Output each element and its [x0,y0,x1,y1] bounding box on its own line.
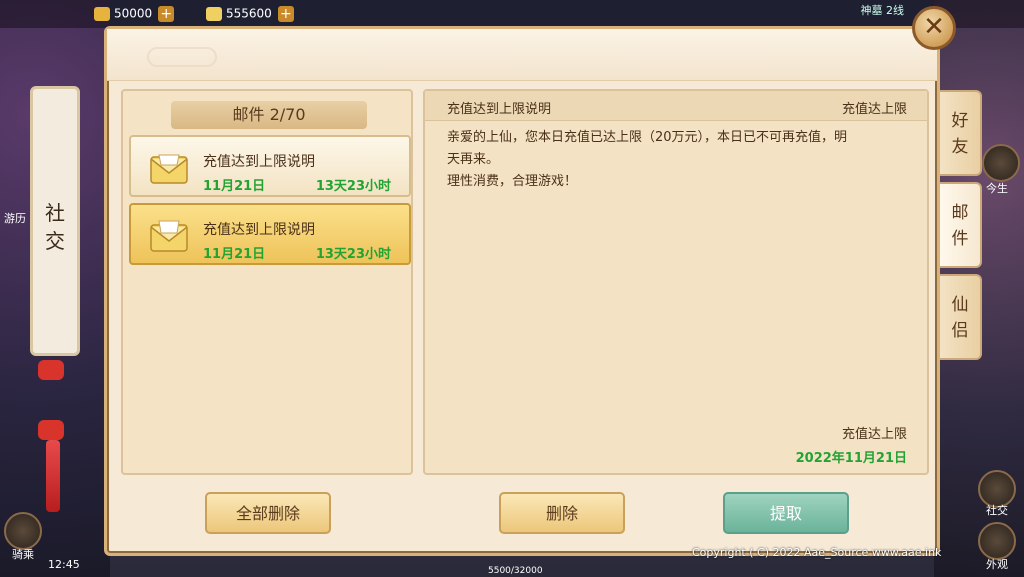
detail-body-line: 理性消费，合理游戏！ [447,174,578,189]
mail-item-title: 充值达到上限说明 [203,154,315,170]
this-life-icon[interactable] [982,144,1020,182]
ingot-icon [206,7,222,21]
ingot-amount: 555600 [226,6,272,21]
tab-partner[interactable]: 仙 侣 [940,274,982,360]
add-ingot-icon[interactable]: + [277,6,294,22]
appearance-icon[interactable] [978,522,1016,560]
mail-item-date: 11月21日 [203,247,266,262]
banner-title: 社 交 [45,201,65,253]
mail-item-date: 11月21日 [203,179,266,194]
detail-sender: 充值达上限 [841,102,907,117]
panel-header [107,29,937,81]
gold-counter: 50000 + [94,6,175,22]
detail-header: 充值达到上限说明 充值达上限 [425,91,927,121]
social-banner: 社 交 [30,86,80,356]
mail-item-title: 充值达到上限说明 [203,222,315,238]
mail-item[interactable]: 充值达到上限说明 11月21日 13天23小时 [129,135,411,197]
gold-coin-icon [94,7,110,21]
delete-button[interactable]: 删除 [499,492,625,534]
delete-all-button[interactable]: 全部删除 [205,492,331,534]
add-gold-icon[interactable]: + [158,6,175,22]
copyright-watermark: Copyright ( C) 2022 Aae_Source www.aae.i… [692,546,942,559]
ingot-counter: 555600 + [206,6,294,22]
envelope-icon [150,154,188,184]
tassel-ornament [46,440,60,512]
knot-ornament-icon [38,360,64,380]
mail-item-remaining: 13天23小时 [315,247,391,262]
exp-readout: 5500/32000 [488,566,543,576]
map-line-label: 神墓 2线 [860,4,905,17]
mail-panel: 邮件 2/70 充值达到上限说明 11月21日 13天23小时 充值达到上限说明… [104,26,940,556]
detail-body-line: 亲爱的上仙，您本日充值已达上限（20万元），本日已不可再充值，明 [447,130,848,145]
clock-label: 12:45 [48,558,80,571]
mail-count-header: 邮件 2/70 [171,101,367,129]
tab-friends[interactable]: 好 友 [940,90,982,176]
cloud-decoration-icon [147,47,217,67]
mail-detail-pane: 充值达到上限说明 充值达上限 亲爱的上仙，您本日充值已达上限（20万元），本日已… [423,89,929,475]
this-life-label: 今生 [986,182,1008,195]
tab-mail[interactable]: 邮 件 [940,182,982,268]
knot-ornament-icon [38,420,64,440]
travel-label: 游历 [4,212,26,225]
mail-list-pane: 邮件 2/70 充值达到上限说明 11月21日 13天23小时 充值达到上限说明… [121,89,413,475]
detail-title: 充值达到上限说明 [447,102,552,117]
envelope-open-icon [150,220,188,252]
detail-body: 亲爱的上仙，您本日充值已达上限（20万元），本日已不可再充值，明 天再来。 理性… [447,127,917,193]
mail-item-remaining: 13天23小时 [315,179,391,194]
claim-button[interactable]: 提取 [723,492,849,534]
close-icon[interactable]: ✕ [912,6,956,50]
mount-icon[interactable] [4,512,42,550]
mail-item-selected[interactable]: 充值达到上限说明 11月21日 13天23小时 [129,203,411,265]
detail-body-line: 天再来。 [447,152,500,167]
gold-amount: 50000 [114,6,153,21]
social-label: 社交 [986,504,1008,517]
signature-date: 2022年11月21日 [795,451,907,466]
signature-name: 充值达上限 [841,427,907,442]
appearance-label: 外观 [986,558,1008,571]
mount-label: 骑乘 [12,548,34,561]
